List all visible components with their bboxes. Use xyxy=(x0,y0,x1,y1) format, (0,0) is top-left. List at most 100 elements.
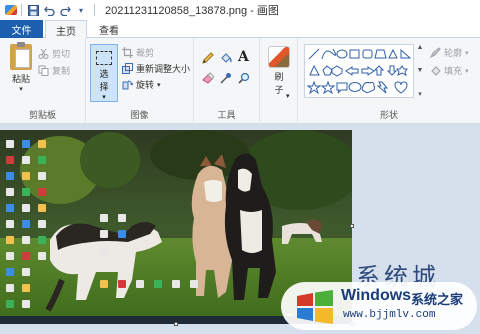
brushes-group: 刷 子 ▾ xyxy=(260,38,298,124)
desktop-icon xyxy=(100,246,108,254)
undo-icon[interactable] xyxy=(42,3,56,17)
tab-file[interactable]: 文件 xyxy=(0,20,43,38)
desktop-icon xyxy=(22,268,30,276)
title-separator-2 xyxy=(94,4,95,16)
desktop-icon xyxy=(190,280,198,288)
select-button[interactable]: 选 择 ▾ xyxy=(90,44,118,102)
fill-button[interactable]: 填充 ▾ xyxy=(430,64,469,77)
shapes-gallery-scroll[interactable]: ▲ ▼ ▾ xyxy=(416,44,424,98)
cut-button[interactable]: 剪切 xyxy=(38,47,70,60)
fill-dropdown-icon[interactable]: ▾ xyxy=(465,67,469,75)
desktop-icon xyxy=(100,230,108,238)
brushes-label-2: 子 xyxy=(274,85,284,95)
desktop-icon xyxy=(6,204,14,212)
desktop-icon xyxy=(38,156,46,164)
desktop-icon xyxy=(6,140,14,148)
watermark-url: www.bjjmlv.com xyxy=(343,309,436,321)
copy-icon xyxy=(38,65,49,76)
cut-label: 剪切 xyxy=(52,49,71,59)
canvas-resize-handle-right[interactable] xyxy=(350,224,354,228)
watermark-brand: Windows xyxy=(341,287,412,304)
desktop-icon xyxy=(22,284,30,292)
desktop-icon xyxy=(22,236,30,244)
desktop-icon xyxy=(6,188,14,196)
select-label: 选 xyxy=(99,69,109,79)
rotate-button[interactable]: 旋转 ▾ xyxy=(122,78,161,91)
ribbon: 粘贴 ▾ 剪切 复制 剪贴板 选 择 ▾ 裁剪 重新调整大小 旋转 ▾ 图像 A… xyxy=(0,38,480,124)
watermark-brand-cn: 系统之家 xyxy=(411,292,464,307)
desktop-icon xyxy=(22,204,30,212)
outline-brush-icon xyxy=(430,47,441,58)
window-title: 20211231120858_13878.png - 画图 xyxy=(105,5,279,17)
desktop-icon xyxy=(22,220,30,228)
desktop-icon xyxy=(22,140,30,148)
gallery-down-icon[interactable]: ▼ xyxy=(417,67,424,74)
desktop-icon xyxy=(22,156,30,164)
desktop-icon xyxy=(38,236,46,244)
outline-dropdown-icon[interactable]: ▾ xyxy=(465,49,469,57)
desktop-icon xyxy=(6,236,14,244)
desktop-icon xyxy=(100,280,108,288)
copy-label: 复制 xyxy=(52,66,71,76)
customize-quick-access-icon[interactable]: ▾ xyxy=(74,3,88,17)
brushes-button[interactable]: 刷 子 xyxy=(264,40,294,96)
desktop-icon xyxy=(172,280,180,288)
desktop-icon xyxy=(6,172,14,180)
redo-icon[interactable] xyxy=(58,3,72,17)
shapes-gallery[interactable] xyxy=(304,44,414,98)
select-dropdown-icon[interactable]: ▾ xyxy=(91,93,117,101)
text-tool-icon[interactable]: A xyxy=(238,49,249,65)
gallery-up-icon[interactable]: ▲ xyxy=(417,44,424,51)
shapes-group-label: 形状 xyxy=(379,110,398,120)
crop-label: 裁剪 xyxy=(136,48,155,58)
paste-button[interactable]: 粘贴 ▾ xyxy=(6,42,36,93)
pencil-icon[interactable] xyxy=(202,52,214,64)
desktop-icon xyxy=(6,284,14,292)
resize-label: 重新调整大小 xyxy=(136,64,191,74)
shapes-gallery-icons xyxy=(307,48,412,95)
desktop-icon xyxy=(118,230,126,238)
desktop-icon xyxy=(22,252,30,260)
desktop-icon xyxy=(100,214,108,222)
fill-label: 填充 xyxy=(444,66,463,76)
copy-button[interactable]: 复制 xyxy=(38,64,70,77)
desktop-icon xyxy=(6,300,14,308)
clipboard-group-label: 剪贴板 xyxy=(28,110,56,120)
desktop-icon xyxy=(38,204,46,212)
desktop-icon xyxy=(154,280,162,288)
title-bar: ▾ 20211231120858_13878.png - 画图 xyxy=(0,0,480,20)
select-label-2: 择 xyxy=(99,82,109,92)
save-icon[interactable] xyxy=(26,3,40,17)
scissors-icon xyxy=(38,48,49,59)
clipboard-group: 粘贴 ▾ 剪切 复制 剪贴板 xyxy=(0,38,86,124)
canvas-resize-handle-bottom[interactable] xyxy=(174,322,178,326)
rotate-dropdown-icon[interactable]: ▾ xyxy=(157,81,161,89)
windows-logo-icon xyxy=(297,290,333,324)
ribbon-tabs: 文件 主页 查看 xyxy=(0,20,480,39)
desktop-icon xyxy=(38,140,46,148)
resize-button[interactable]: 重新调整大小 xyxy=(122,62,190,75)
desktop-icon xyxy=(22,188,30,196)
gallery-more-icon[interactable]: ▾ xyxy=(418,90,422,98)
desktop-icon xyxy=(136,280,144,288)
brush-icon xyxy=(268,46,290,68)
desktop-icon xyxy=(6,252,14,260)
color-picker-icon[interactable] xyxy=(220,72,232,84)
outline-button[interactable]: 轮廓 ▾ xyxy=(430,46,469,59)
tools-group-label: 工具 xyxy=(217,110,236,120)
paste-dropdown-icon[interactable]: ▾ xyxy=(19,85,23,93)
eraser-icon[interactable] xyxy=(202,72,214,84)
crop-button[interactable]: 裁剪 xyxy=(122,46,154,59)
rotate-label: 旋转 xyxy=(136,80,155,90)
desktop-icon xyxy=(22,172,30,180)
brushes-label: 刷 xyxy=(274,72,284,82)
tab-home[interactable]: 主页 xyxy=(45,20,87,39)
image-group: 选 择 ▾ 裁剪 重新调整大小 旋转 ▾ 图像 xyxy=(86,38,194,124)
resize-icon xyxy=(122,63,133,74)
desktop-icon xyxy=(6,220,14,228)
tab-view[interactable]: 查看 xyxy=(89,20,129,39)
fill-bucket-icon[interactable] xyxy=(220,52,232,64)
brushes-dropdown-icon[interactable]: ▾ xyxy=(286,92,290,100)
paste-label: 粘贴 xyxy=(11,74,30,84)
magnifier-icon[interactable] xyxy=(238,72,250,84)
